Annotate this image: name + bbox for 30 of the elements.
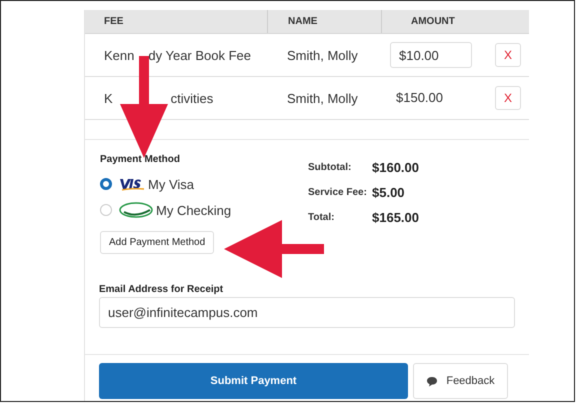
speech-bubble-icon xyxy=(426,376,438,386)
column-header: AMOUNT xyxy=(381,10,491,33)
name-cell-text: Smith, Molly xyxy=(286,48,359,62)
radio-button[interactable] xyxy=(100,178,112,190)
submit-payment-button[interactable]: Submit Payment xyxy=(99,363,408,399)
fee-text: ctivities xyxy=(170,90,214,106)
total-value: $160.00 xyxy=(372,160,419,175)
amount-field[interactable]: $10.00 xyxy=(390,42,472,68)
total-label: Total: xyxy=(308,212,336,223)
payment-method-name: My Visa xyxy=(148,176,194,192)
column-header: FEE xyxy=(103,15,124,29)
amount-cell-text: $150.00 xyxy=(395,90,443,105)
email-label: Email Address for Receipt xyxy=(99,284,224,295)
total-value: $5.00 xyxy=(372,185,405,200)
feedback-button[interactable]: Feedback xyxy=(413,363,508,399)
name-cell-text: Smith, Molly xyxy=(286,90,359,106)
remove-button[interactable]: X xyxy=(495,43,521,67)
column-header: NAME xyxy=(267,10,381,33)
fee-text: K xyxy=(104,90,113,106)
fee-text: Kenn xyxy=(104,48,134,62)
payment-method-label: Payment Method xyxy=(100,154,182,165)
card-logo-icon xyxy=(118,177,146,191)
add-payment-method-button[interactable]: Add Payment Method xyxy=(100,231,214,254)
total-label: Service Fee: xyxy=(308,187,368,198)
email-field[interactable]: user@infinitecampus.com xyxy=(99,297,515,328)
total-label: Subtotal: xyxy=(308,162,352,173)
fee-text: dy Year Book Fee xyxy=(148,48,252,62)
remove-button[interactable]: X xyxy=(495,86,521,110)
total-value: $165.00 xyxy=(372,210,419,225)
payment-method-name: My Checking xyxy=(156,202,232,218)
